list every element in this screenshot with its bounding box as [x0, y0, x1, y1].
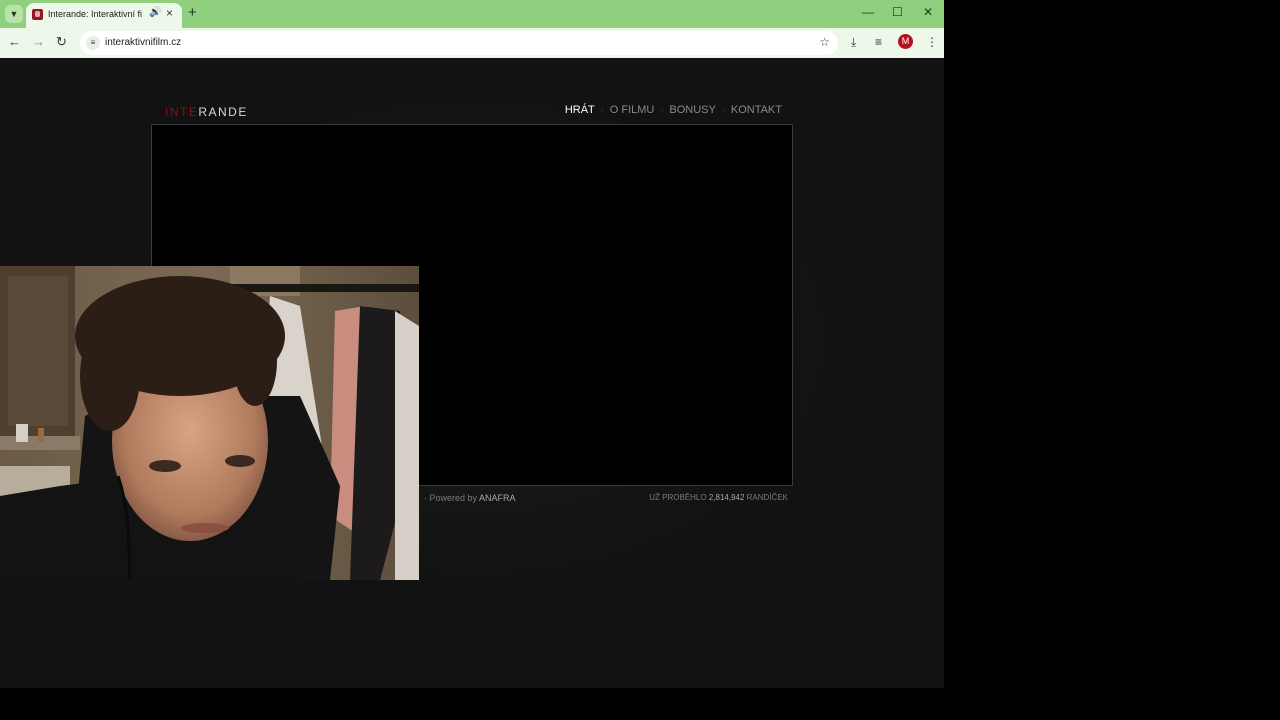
logo-accent: INTE	[165, 105, 199, 119]
star-icon[interactable]: ☆	[819, 35, 830, 49]
powered-by: · Powered by ANAFRA	[424, 493, 516, 503]
tab-strip: ▼ Interande: Interaktivní film 🔊 × + — ☐…	[0, 0, 944, 28]
favicon-icon	[32, 9, 43, 20]
nav-item-o-filmu[interactable]: O FILMU	[610, 104, 655, 116]
download-icon[interactable]: ⤓	[851, 35, 856, 49]
nav-separator: ·	[660, 105, 664, 115]
close-window-icon[interactable]: ✕	[923, 5, 933, 19]
nav-item-kontakt[interactable]: KONTAKT	[731, 104, 782, 116]
nav-item-hrat[interactable]: HRÁT	[565, 104, 595, 116]
tab-title: Interande: Interaktivní film	[48, 9, 142, 19]
plus-icon[interactable]: +	[188, 5, 197, 21]
site-nav: HRÁT · O FILMU · BONUSY · KONTAKT	[565, 104, 782, 116]
date-counter: UŽ PROBĚHLO 2,814,942 RANDÍČEK	[649, 493, 788, 502]
close-icon[interactable]: ×	[166, 7, 173, 19]
nav-item-bonusy[interactable]: BONUSY	[669, 104, 715, 116]
chevron-down-icon[interactable]: ▼	[5, 5, 23, 23]
url-text[interactable]: interaktivnifilm.cz	[105, 37, 181, 48]
browser-toolbar: ← → ↻ ≡ interaktivnifilm.cz ☆ ⤓ ≡ M ⋮	[0, 28, 944, 58]
minimize-icon[interactable]: —	[862, 5, 874, 19]
media-control-icon[interactable]: ≡	[875, 35, 882, 49]
nav-separator: ·	[600, 105, 604, 115]
speaker-icon[interactable]: 🔊	[149, 7, 161, 18]
site-logo[interactable]: INTERANDE	[165, 105, 248, 119]
browser-tab[interactable]: Interande: Interaktivní film 🔊 ×	[26, 3, 182, 28]
reload-icon[interactable]: ↻	[56, 35, 67, 49]
webcam-image	[0, 266, 419, 580]
stats-count: 2,814,942	[708, 493, 745, 502]
nav-separator: ·	[721, 105, 725, 115]
kebab-menu-icon[interactable]: ⋮	[926, 35, 938, 49]
logo-main: RANDE	[198, 105, 248, 119]
arrow-left-icon[interactable]: ←	[8, 35, 21, 49]
stats-suffix: RANDÍČEK	[746, 493, 788, 502]
tune-icon[interactable]: ≡	[86, 36, 100, 50]
stats-prefix: UŽ PROBĚHLO	[649, 493, 707, 502]
powered-brand-link[interactable]: ANAFRA	[479, 493, 516, 503]
arrow-right-icon[interactable]: →	[32, 35, 45, 49]
webcam-overlay	[0, 266, 419, 580]
avatar[interactable]: M	[898, 34, 913, 49]
maximize-icon[interactable]: ☐	[892, 5, 903, 19]
powered-prefix: · Powered by	[424, 493, 478, 503]
address-bar[interactable]: ≡ interaktivnifilm.cz ☆	[80, 31, 838, 55]
